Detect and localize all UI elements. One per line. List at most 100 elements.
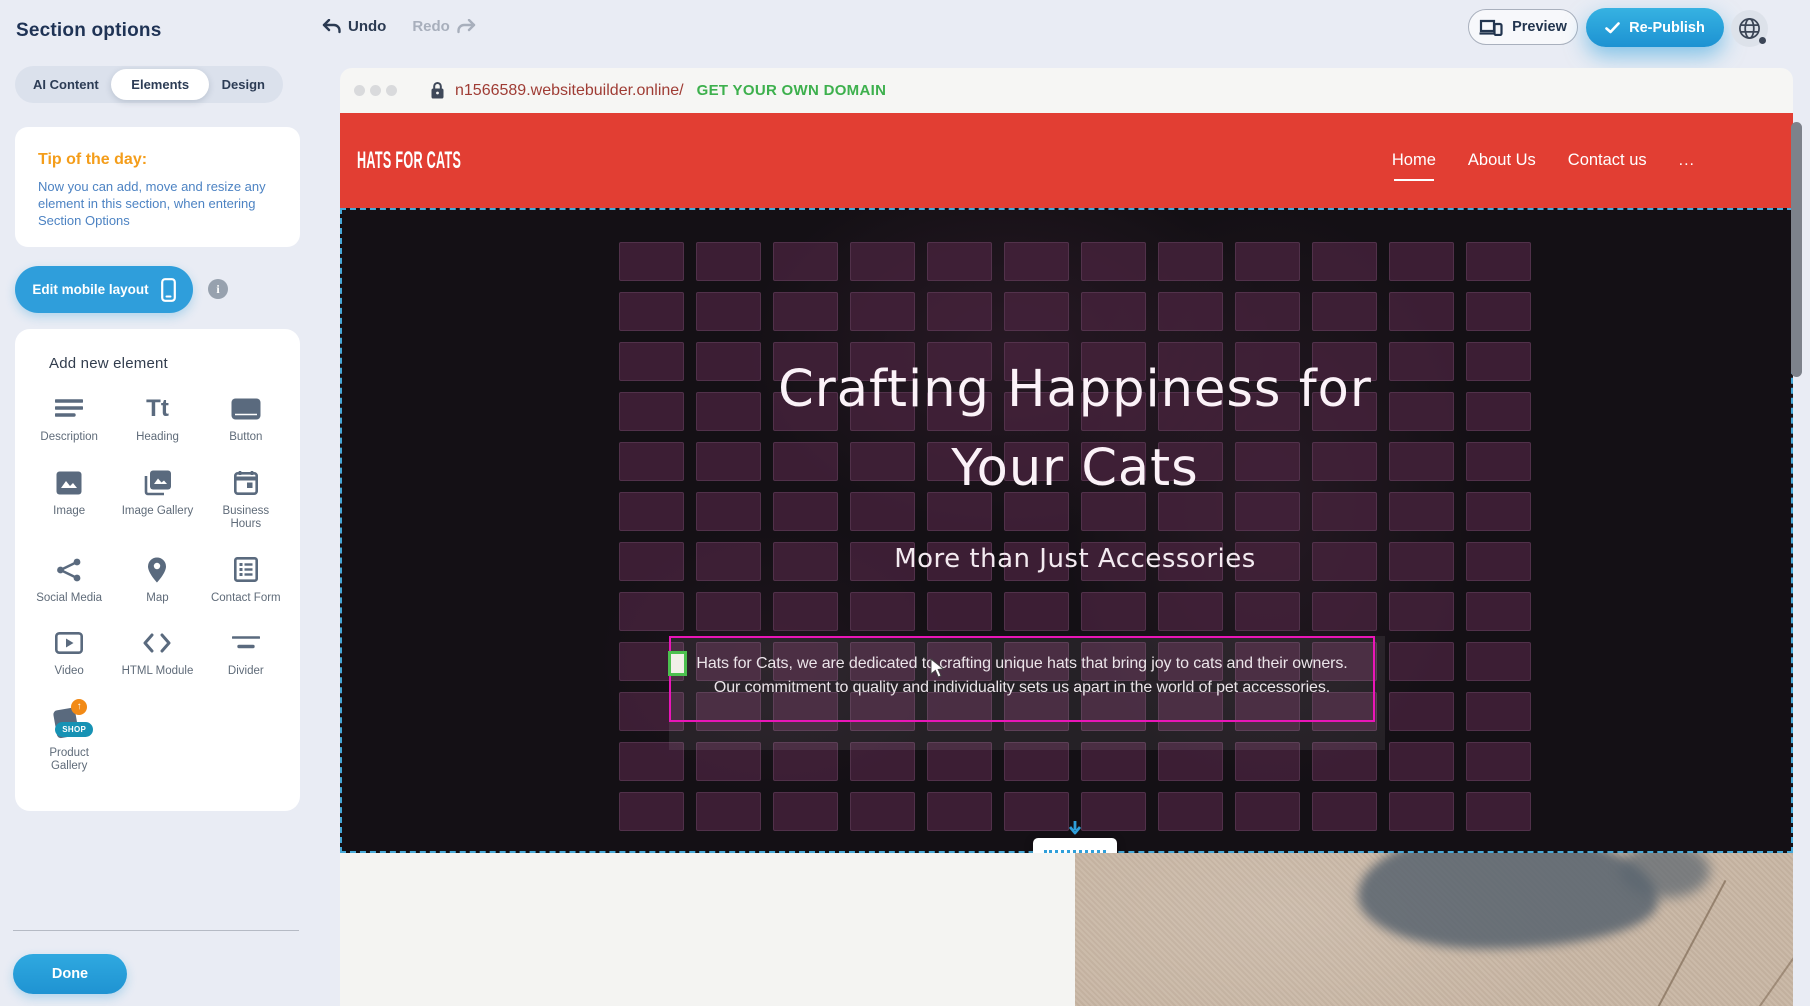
element-label: Image Gallery bbox=[122, 505, 194, 519]
done-button[interactable]: Done bbox=[13, 954, 127, 994]
element-label: Divider bbox=[228, 665, 264, 679]
hero-tile bbox=[1312, 242, 1377, 281]
hero-heading[interactable]: Crafting Happiness for Your Cats bbox=[619, 350, 1531, 508]
nav-home[interactable]: Home bbox=[1392, 151, 1436, 170]
next-page-section[interactable] bbox=[340, 853, 1793, 1006]
get-your-own-domain-link[interactable]: GET YOUR OWN DOMAIN bbox=[697, 82, 887, 99]
tab-elements[interactable]: Elements bbox=[111, 69, 209, 100]
element-item-product-gallery[interactable]: ↑ SHOP Product Gallery bbox=[25, 702, 113, 774]
element-item-image-gallery[interactable]: Image Gallery bbox=[113, 468, 201, 532]
hero-tile bbox=[1158, 292, 1223, 331]
site-logo[interactable]: HATS FOR CATS bbox=[357, 147, 461, 175]
element-label: Product Gallery bbox=[32, 747, 106, 774]
page-title: Section options bbox=[16, 20, 162, 42]
nav-about-us[interactable]: About Us bbox=[1468, 151, 1536, 170]
element-label: Map bbox=[146, 592, 168, 606]
mouse-cursor bbox=[930, 658, 945, 679]
site-header: HATS FOR CATS Home About Us Contact us .… bbox=[340, 113, 1793, 208]
devices-icon bbox=[1479, 19, 1503, 36]
arrow-down-icon bbox=[1067, 821, 1083, 837]
hero-tile bbox=[1004, 292, 1069, 331]
hero-heading-line2: Your Cats bbox=[619, 429, 1531, 508]
element-item-video[interactable]: Video bbox=[25, 628, 113, 679]
hero-tile bbox=[1081, 592, 1146, 631]
element-item-heading[interactable]: Heading bbox=[113, 394, 201, 445]
element-item-divider[interactable]: Divider bbox=[202, 628, 290, 679]
element-label: Button bbox=[229, 431, 262, 445]
hero-tile bbox=[1158, 592, 1223, 631]
hero-section-selected[interactable]: Crafting Happiness for Your Cats More th… bbox=[340, 208, 1793, 853]
tab-design[interactable]: Design bbox=[210, 69, 277, 100]
url-text[interactable]: n1566589.websitebuilder.online/ bbox=[455, 82, 684, 100]
element-item-description[interactable]: Description bbox=[25, 394, 113, 445]
preview-button[interactable]: Preview bbox=[1468, 9, 1578, 45]
contact-form-icon bbox=[234, 555, 258, 585]
hero-tile bbox=[1466, 742, 1531, 781]
product-gallery-icon: ↑ SHOP bbox=[49, 702, 89, 740]
site-preview-frame: n1566589.websitebuilder.online/ GET YOUR… bbox=[340, 68, 1793, 1006]
image-icon bbox=[56, 468, 82, 498]
undo-button[interactable]: Undo bbox=[322, 18, 386, 35]
hero-subheading[interactable]: More than Just Accessories bbox=[619, 544, 1531, 574]
tab-ai-content[interactable]: AI Content bbox=[21, 69, 111, 100]
business-hours-icon bbox=[234, 468, 258, 498]
pavement-crack-line bbox=[1741, 933, 1793, 1006]
check-icon bbox=[1605, 22, 1620, 34]
hero-tile bbox=[1466, 242, 1531, 281]
hero-tile bbox=[696, 292, 761, 331]
social-media-icon bbox=[56, 555, 82, 585]
panel-divider bbox=[13, 930, 299, 931]
element-item-html-module[interactable]: HTML Module bbox=[113, 628, 201, 679]
hero-tile bbox=[1466, 292, 1531, 331]
hero-tile bbox=[619, 242, 684, 281]
edit-mobile-label: Edit mobile layout bbox=[32, 282, 148, 297]
element-label: Contact Form bbox=[211, 592, 281, 606]
nav-more-button[interactable]: ... bbox=[1679, 152, 1695, 170]
tip-title: Tip of the day: bbox=[38, 151, 278, 169]
hero-tile bbox=[773, 792, 838, 831]
element-item-button[interactable]: Button bbox=[202, 394, 290, 445]
hero-tile bbox=[1389, 242, 1454, 281]
selected-text-element[interactable]: Hats for Cats, we are dedicated to craft… bbox=[669, 636, 1375, 722]
hero-tile bbox=[1389, 742, 1454, 781]
element-item-image[interactable]: Image bbox=[25, 468, 113, 532]
redo-button[interactable]: Redo bbox=[412, 18, 476, 35]
edit-mobile-layout-button[interactable]: Edit mobile layout bbox=[15, 266, 193, 313]
hero-tile bbox=[927, 242, 992, 281]
info-icon[interactable] bbox=[208, 279, 228, 299]
hero-tile bbox=[619, 592, 684, 631]
hero-tile bbox=[1389, 592, 1454, 631]
language-globe-button[interactable] bbox=[1731, 10, 1768, 47]
element-item-social-media[interactable]: Social Media bbox=[25, 555, 113, 606]
drag-handle[interactable] bbox=[668, 651, 687, 676]
divider-icon bbox=[232, 628, 260, 658]
republish-button[interactable]: Re-Publish bbox=[1586, 8, 1724, 47]
cat-shadow-shape bbox=[1358, 853, 1658, 949]
phone-icon bbox=[161, 278, 176, 302]
pavement-photo bbox=[1075, 853, 1793, 1006]
hero-tile bbox=[850, 292, 915, 331]
hero-tile bbox=[773, 592, 838, 631]
hero-tile bbox=[1004, 792, 1069, 831]
add-new-element-panel: Add new element Description Heading Butt… bbox=[15, 329, 300, 811]
element-item-map[interactable]: Map bbox=[113, 555, 201, 606]
vertical-scrollbar-thumb[interactable] bbox=[1791, 122, 1802, 377]
hero-tile bbox=[1081, 292, 1146, 331]
undo-label: Undo bbox=[348, 18, 386, 35]
site-nav: Home About Us Contact us ... bbox=[1392, 151, 1695, 170]
undo-icon bbox=[322, 19, 341, 34]
hero-tile bbox=[1389, 692, 1454, 731]
map-icon bbox=[147, 555, 167, 585]
button-icon bbox=[231, 394, 261, 424]
element-item-business-hours[interactable]: Business Hours bbox=[202, 468, 290, 532]
nav-contact-us[interactable]: Contact us bbox=[1568, 151, 1647, 170]
element-label: Heading bbox=[136, 431, 179, 445]
hero-tile bbox=[1235, 292, 1300, 331]
hero-tile bbox=[927, 592, 992, 631]
element-item-contact-form[interactable]: Contact Form bbox=[202, 555, 290, 606]
traffic-dots bbox=[354, 85, 397, 96]
element-label: Social Media bbox=[36, 592, 102, 606]
upgrade-arrow-badge: ↑ bbox=[71, 699, 87, 715]
tip-body: Now you can add, move and resize any ele… bbox=[38, 178, 278, 229]
hero-tile bbox=[1158, 792, 1223, 831]
